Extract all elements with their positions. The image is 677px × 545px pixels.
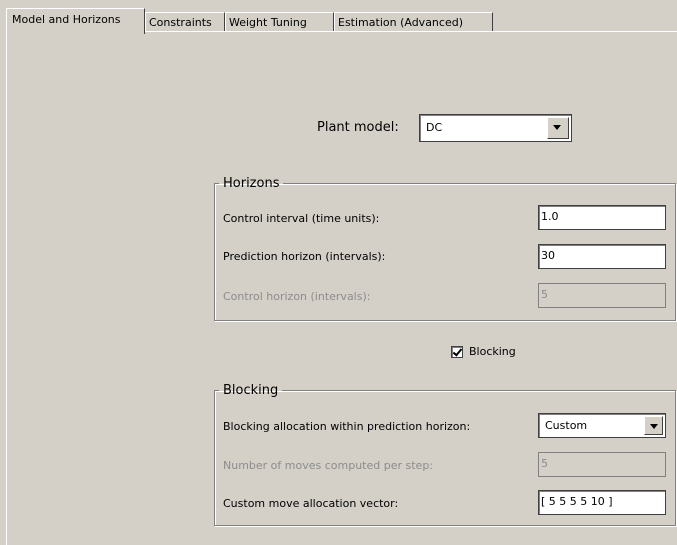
tab-label: Estimation (Advanced) [338,16,463,29]
blocking-allocation-select[interactable]: Custom [538,413,666,438]
plant-model-value: DC [426,121,443,134]
tab-label: Constraints [149,16,212,29]
plant-model-select[interactable]: DC [419,114,572,142]
prediction-horizon-label: Prediction horizon (intervals): [223,250,386,263]
custom-move-vector-input[interactable]: [ 5 5 5 5 10 ] [538,490,666,515]
blocking-allocation-value: Custom [545,419,588,432]
tab-label: Model and Horizons [12,13,121,26]
moves-per-step-label: Number of moves computed per step: [223,459,434,472]
tab-estimation-advanced[interactable]: Estimation (Advanced) [334,12,493,32]
plant-model-label: Plant model: [317,120,399,135]
control-horizon-label: Control horizon (intervals): [223,290,371,303]
control-horizon-input: 5 [538,283,666,308]
control-interval-label: Control interval (time units): [223,212,380,225]
control-interval-input[interactable]: 1.0 [538,205,666,230]
chevron-down-icon[interactable] [547,117,569,139]
blocking-allocation-label: Blocking allocation within prediction ho… [223,420,471,433]
horizons-legend: Horizons [223,176,280,191]
blocking-legend: Blocking [223,383,279,398]
tab-model-and-horizons[interactable]: Model and Horizons [6,8,145,34]
tab-weight-tuning[interactable]: Weight Tuning [225,12,334,32]
blocking-checkbox[interactable] [451,346,463,358]
blocking-checkbox-label[interactable]: Blocking [469,345,516,358]
moves-per-step-input: 5 [538,452,666,477]
chevron-down-icon[interactable] [644,416,663,435]
custom-move-vector-label: Custom move allocation vector: [223,497,399,510]
tab-constraints[interactable]: Constraints [145,12,225,32]
tab-label: Weight Tuning [229,16,307,29]
prediction-horizon-input[interactable]: 30 [538,244,666,269]
tab-strip: Model and Horizons Constraints Weight Tu… [6,8,677,34]
